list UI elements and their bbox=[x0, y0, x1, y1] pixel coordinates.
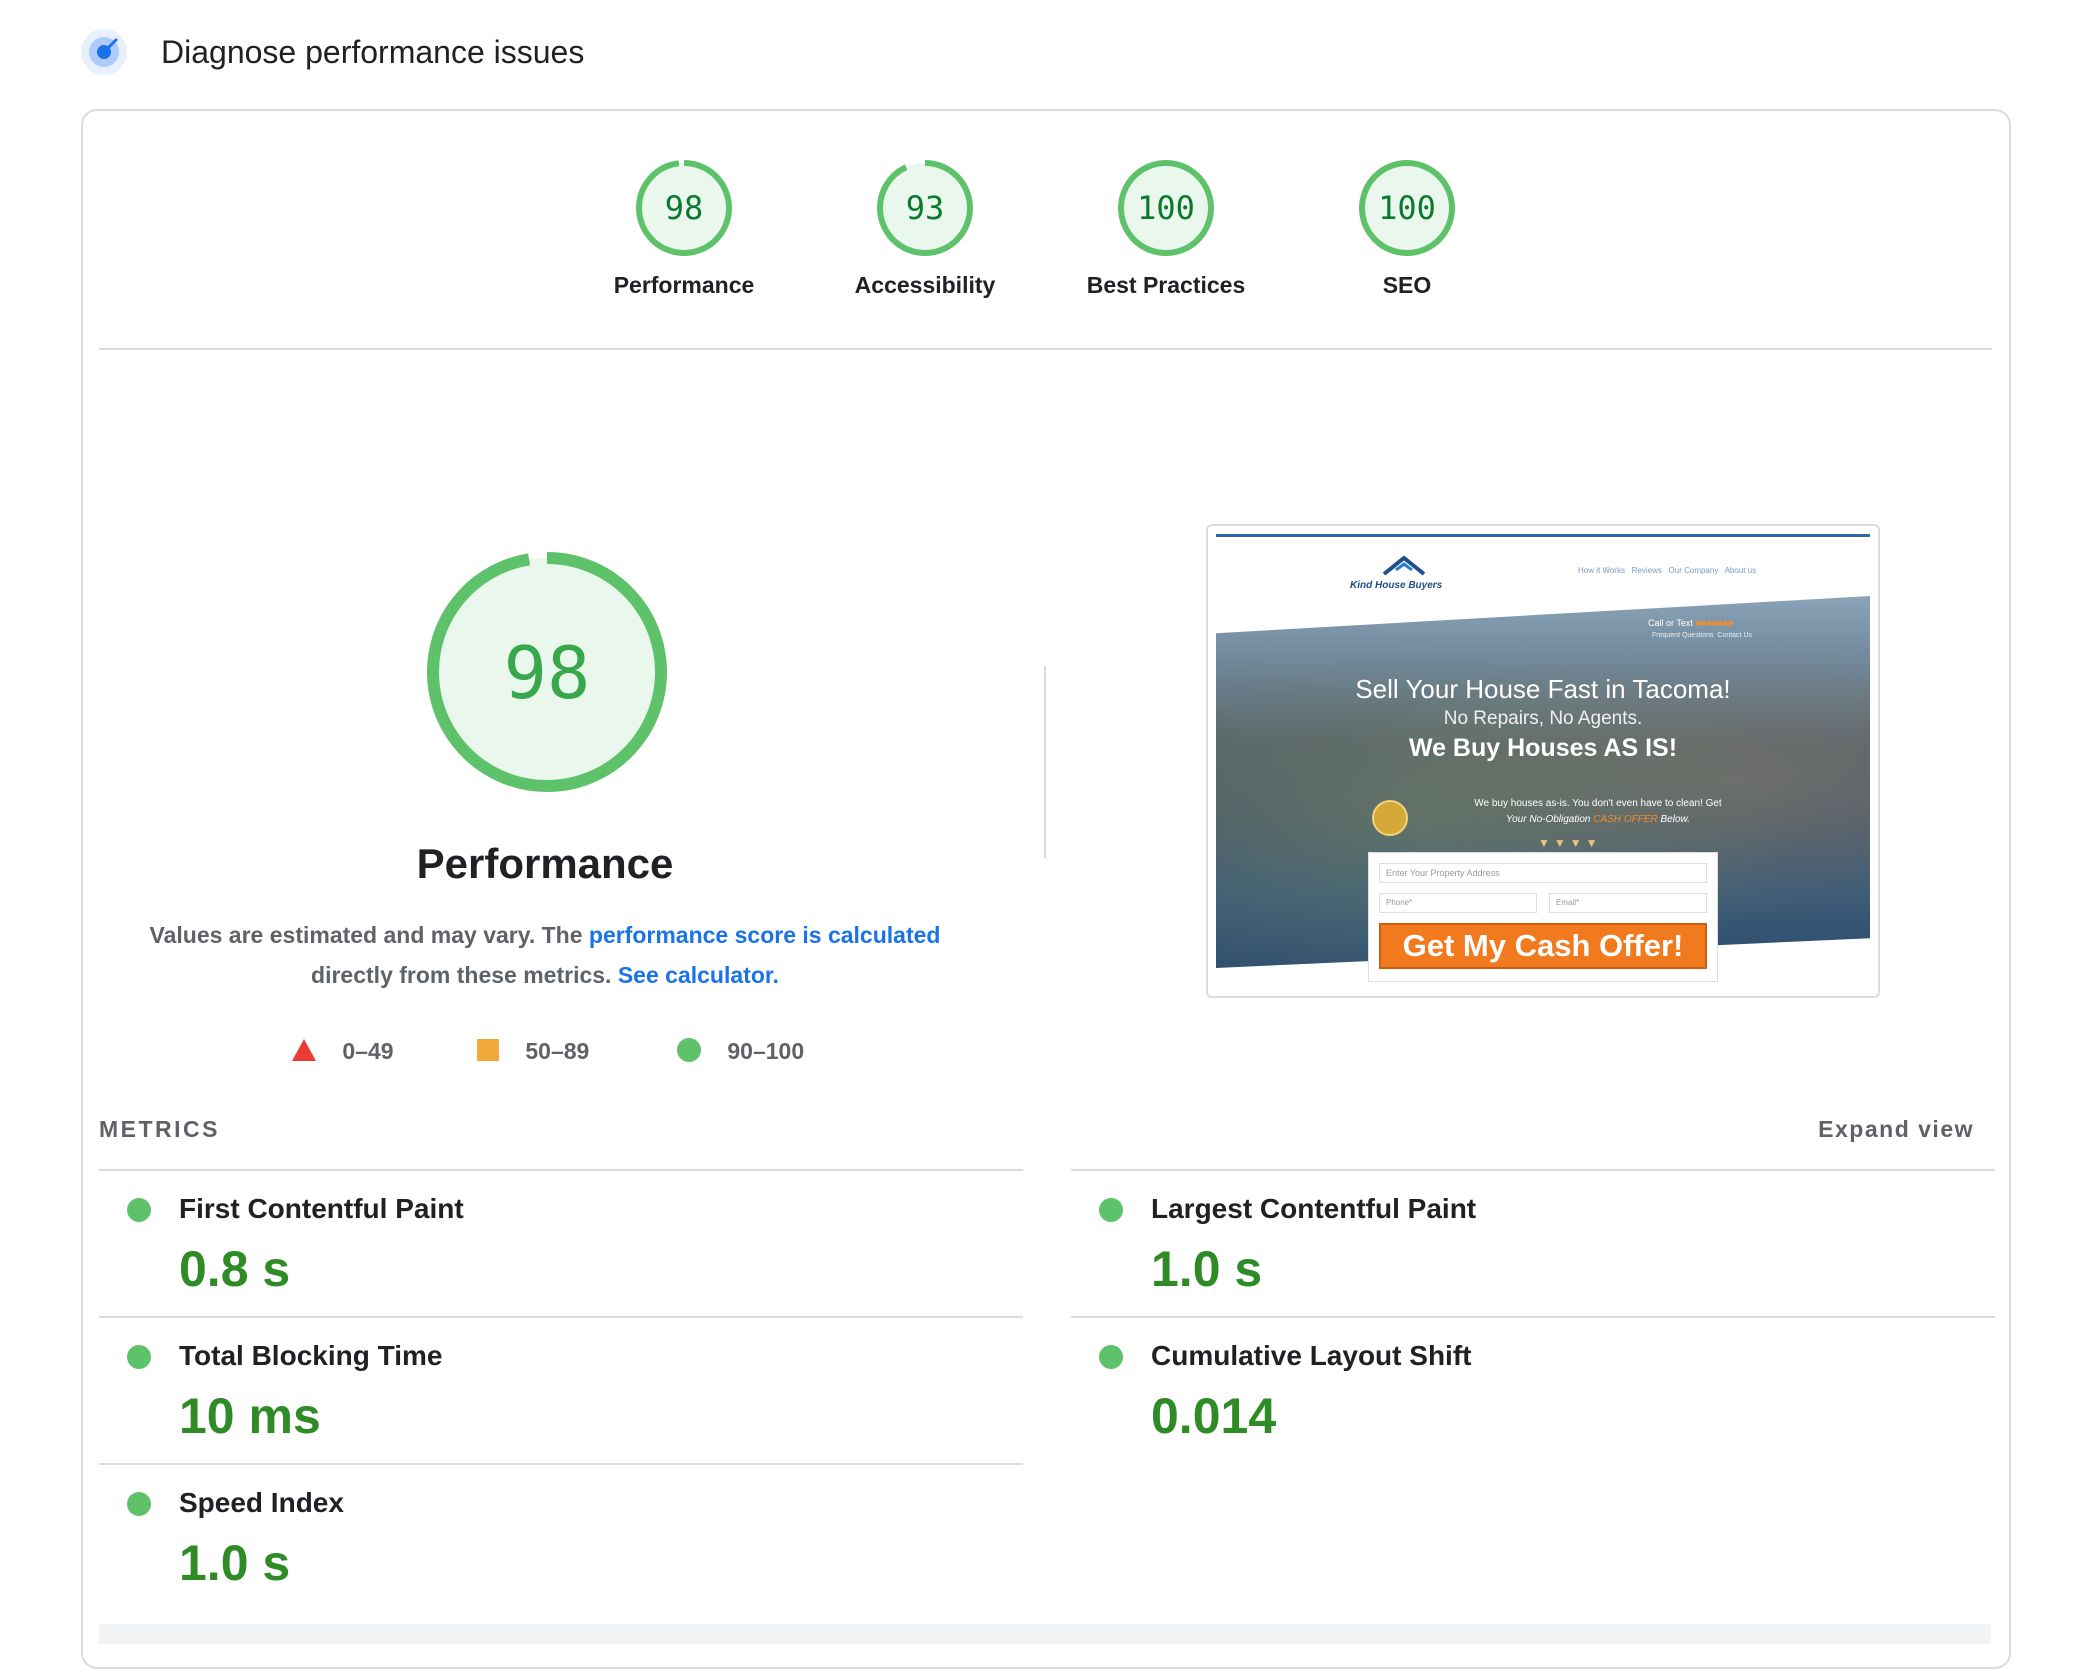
metric-divider bbox=[99, 1463, 1023, 1465]
best-practices-score-text: 100 bbox=[1137, 189, 1195, 227]
metric-divider bbox=[99, 1316, 1023, 1318]
category-label: Performance bbox=[613, 272, 755, 298]
metric-title: Cumulative Layout Shift bbox=[1151, 1340, 1472, 1371]
category-best-practices[interactable]: 100 Best Practices bbox=[1046, 158, 1286, 299]
expand-view-button[interactable]: Expand view bbox=[1818, 1116, 1974, 1143]
score-calculated-link[interactable]: performance score is calculated bbox=[589, 922, 941, 948]
page-title: Diagnose performance issues bbox=[161, 34, 585, 70]
metric-divider bbox=[99, 1169, 1023, 1171]
thumb-nav2-item: Contact Us bbox=[1717, 632, 1752, 639]
metric-divider bbox=[1071, 1169, 1995, 1171]
triangle-icon bbox=[292, 1039, 316, 1061]
hero-body-line2b: CASH OFFER bbox=[1593, 814, 1658, 825]
legend-pass: 90–100 bbox=[677, 1038, 804, 1065]
metric-title: Total Blocking Time bbox=[179, 1340, 443, 1371]
section-divider bbox=[99, 348, 1992, 350]
legend-average-label: 50–89 bbox=[525, 1038, 590, 1064]
call-text: Call or Text ■■■■■■■ bbox=[1648, 618, 1734, 628]
performance-score-text: 98 bbox=[665, 189, 704, 227]
desc-period: . bbox=[772, 962, 779, 988]
hero-headline: Sell Your House Fast in Tacoma! bbox=[1355, 674, 1731, 704]
seo-gauge: 100 bbox=[1359, 160, 1455, 256]
seo-score-text: 100 bbox=[1378, 189, 1436, 227]
metric-title: Largest Contentful Paint bbox=[1151, 1193, 1477, 1224]
category-label: SEO bbox=[1382, 272, 1432, 298]
thumb-nav-item: Our Company bbox=[1668, 566, 1719, 575]
metric-divider bbox=[1071, 1316, 1995, 1318]
brand-name: Kind House Buyers bbox=[1350, 580, 1443, 591]
pass-dot-icon bbox=[127, 1198, 151, 1222]
category-seo[interactable]: 100 SEO bbox=[1287, 158, 1527, 299]
vertical-separator bbox=[1044, 666, 1046, 858]
desc-text: directly from these metrics. bbox=[311, 962, 618, 988]
thumb-nav2-item: Frequent Questions bbox=[1652, 632, 1714, 639]
metric-title: First Contentful Paint bbox=[179, 1193, 464, 1224]
phone-input[interactable]: Phone* bbox=[1379, 893, 1537, 913]
accessibility-gauge: 93 bbox=[877, 160, 973, 256]
email-input[interactable]: Email* bbox=[1549, 893, 1707, 913]
pass-dot-icon bbox=[1099, 1345, 1123, 1369]
hero-body-line2c: Below. bbox=[1657, 814, 1690, 825]
thumb-nav2: Frequent Questions Contact Us bbox=[1652, 632, 1752, 639]
lighthouse-icon bbox=[80, 28, 128, 76]
top-bar bbox=[1216, 534, 1870, 537]
hero-body-line2a: Your No-Obligation bbox=[1506, 814, 1594, 825]
see-calculator-link[interactable]: See calculator bbox=[618, 962, 773, 988]
cash-offer-button[interactable]: Get My Cash Offer! bbox=[1379, 923, 1707, 969]
final-screenshot: Kind House Buyers How it Works Reviews O… bbox=[1206, 524, 1880, 998]
category-accessibility[interactable]: 93 Accessibility bbox=[805, 158, 1045, 299]
performance-big-gauge: 98 bbox=[425, 550, 669, 799]
thumb-nav-item: Reviews bbox=[1631, 566, 1662, 575]
metric-value: 1.0 s bbox=[1151, 1241, 1263, 1297]
circle-icon bbox=[677, 1038, 701, 1062]
bottom-panel bbox=[99, 1624, 1991, 1644]
category-label: Accessibility bbox=[854, 272, 996, 298]
best-practices-gauge: 100 bbox=[1118, 160, 1214, 256]
call-label: Call or Text bbox=[1648, 618, 1693, 628]
hero-body: We buy houses as-is. You don't even have… bbox=[1388, 796, 1808, 828]
desc-text: Values are estimated and may vary. The bbox=[149, 922, 589, 948]
metric-value: 0.014 bbox=[1151, 1388, 1277, 1444]
hero-subheadline: No Repairs, No Agents. bbox=[1443, 708, 1643, 729]
metric-value: 10 ms bbox=[179, 1388, 321, 1444]
legend-fail-label: 0–49 bbox=[342, 1038, 394, 1064]
accessibility-score-text: 93 bbox=[906, 189, 945, 227]
metrics-heading: METRICS bbox=[99, 1116, 220, 1142]
category-performance[interactable]: 98 Performance bbox=[564, 158, 804, 299]
thumb-nav: How it Works Reviews Our Company About u… bbox=[1578, 566, 1756, 575]
hand-arrows-icon: ▼▼▼▼ bbox=[1538, 836, 1602, 850]
hero-headline-2: We Buy Houses AS IS! bbox=[1408, 734, 1678, 762]
metric-value: 1.0 s bbox=[179, 1535, 291, 1591]
metric-value: 0.8 s bbox=[179, 1241, 291, 1297]
performance-gauge: 98 bbox=[636, 160, 732, 256]
pass-dot-icon bbox=[127, 1492, 151, 1516]
address-input[interactable]: Enter Your Property Address bbox=[1379, 863, 1707, 883]
pass-dot-icon bbox=[127, 1345, 151, 1369]
category-label: Best Practices bbox=[1086, 272, 1246, 298]
thumb-nav-item: How it Works bbox=[1578, 566, 1625, 575]
legend-average: 50–89 bbox=[477, 1038, 589, 1065]
offer-form: Enter Your Property Address Phone* Email… bbox=[1368, 852, 1718, 982]
square-icon bbox=[477, 1039, 499, 1061]
metric-title: Speed Index bbox=[179, 1487, 344, 1518]
performance-description: Values are estimated and may vary. The p… bbox=[130, 915, 960, 995]
thumb-nav-item: About us bbox=[1724, 566, 1757, 575]
legend-pass-label: 90–100 bbox=[727, 1038, 805, 1064]
performance-heading: Performance bbox=[416, 840, 674, 887]
performance-big-score: 98 bbox=[504, 631, 591, 715]
legend-fail: 0–49 bbox=[292, 1038, 394, 1065]
hero-body-line1: We buy houses as-is. You don't even have… bbox=[1474, 798, 1722, 809]
pass-dot-icon bbox=[1099, 1198, 1123, 1222]
